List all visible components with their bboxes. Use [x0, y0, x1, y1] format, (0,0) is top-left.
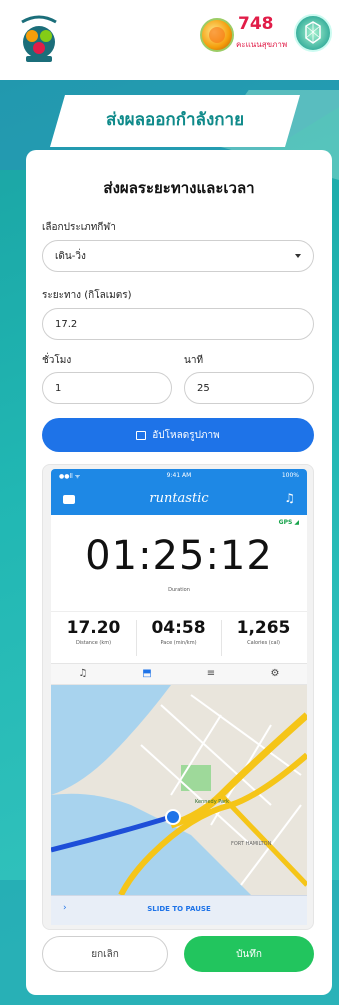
runtastic-brand: runtastic: [149, 491, 209, 506]
minutes-input-value: 25: [197, 382, 210, 394]
share-tab-icon: ⬒: [142, 668, 152, 679]
profile-avatar[interactable]: [294, 14, 332, 52]
form-title: ส่งผลระยะทางและเวลา: [103, 179, 255, 197]
map-label-area: FORT HAMILTON: [231, 841, 272, 847]
music-note-icon: ♫: [284, 491, 295, 505]
minutes-label: นาที: [184, 355, 204, 366]
hours-input-value: 1: [55, 382, 62, 394]
image-icon: [136, 430, 147, 440]
route-map: Kennedy Park FORT HAMILTON: [51, 685, 307, 895]
app-logo[interactable]: [16, 12, 62, 64]
runtastic-stats: 17.20 Distance (km) 04:58 Pace (min/km) …: [51, 611, 307, 663]
save-button[interactable]: บันทึก: [184, 936, 314, 972]
battery-level: 100%: [281, 472, 299, 479]
sport-select[interactable]: เดิน-วิ่ง: [42, 240, 314, 272]
points-coin-icon: [200, 18, 234, 52]
stat-distance: 17.20 Distance (km): [51, 618, 136, 646]
stat-label: Distance (km): [75, 640, 112, 646]
stat-pace: 04:58 Pace (min/km): [136, 618, 221, 646]
chevron-down-icon: [295, 254, 301, 258]
status-time: 9:41 AM: [166, 472, 192, 479]
duration-label: Duration: [168, 587, 190, 593]
gps-indicator: GPS ◢: [278, 519, 299, 526]
hours-input[interactable]: 1: [42, 372, 172, 404]
upload-image-button[interactable]: อัปโหลดรูปภาพ: [42, 418, 314, 452]
runtastic-tabs: ♫ ⬒ ≡ ⚙: [51, 663, 307, 685]
cancel-button[interactable]: ยกเลิก: [42, 936, 168, 972]
points-value: 748: [238, 14, 274, 34]
minutes-input[interactable]: 25: [184, 372, 314, 404]
settings-tab-icon: ⚙: [270, 668, 280, 679]
stat-value: 1,265: [236, 618, 291, 638]
list-tab-icon: ≡: [206, 668, 216, 679]
uploaded-image-preview: ●●ll ᯤ 9:41 AM 100% runtastic ♫ GPS ◢ 01…: [42, 464, 314, 930]
points-label: คะแนนสุขภาพ: [236, 40, 288, 49]
page-title: ส่งผลออกกำลังกาย: [105, 110, 245, 130]
distance-input[interactable]: 17.2: [42, 308, 314, 340]
distance-label: ระยะทาง (กิโลเมตร): [42, 290, 132, 301]
top-header: 748 คะแนนสุขภาพ: [0, 0, 339, 80]
sport-select-value: เดิน-วิ่ง: [55, 250, 86, 262]
sport-label: เลือกประเภทกีฬา: [42, 222, 116, 233]
music-tab-icon: ♫: [78, 668, 88, 679]
stat-label: Pace (min/km): [160, 640, 197, 646]
stat-calories: 1,265 Calories (cal): [221, 618, 306, 646]
map-label-park: Kennedy Park: [195, 799, 229, 805]
stat-value: 04:58: [151, 618, 206, 638]
slide-to-pause-text: SLIDE TO PAUSE: [147, 905, 211, 913]
slide-to-pause-bar: › SLIDE TO PAUSE: [51, 895, 307, 925]
form-card: ส่งผลระยะทางและเวลา เลือกประเภทกีฬา เดิน…: [26, 150, 332, 995]
upload-image-label: อัปโหลดรูปภาพ: [152, 429, 220, 441]
stat-value: 17.20: [66, 618, 121, 638]
runtastic-header: ●●ll ᯤ 9:41 AM 100% runtastic ♫: [51, 469, 307, 515]
duration-value: 01:25:12: [85, 533, 273, 579]
distance-input-value: 17.2: [55, 318, 78, 330]
stat-label: Calories (cal): [247, 640, 280, 646]
hours-label: ชั่วโมง: [42, 355, 72, 366]
